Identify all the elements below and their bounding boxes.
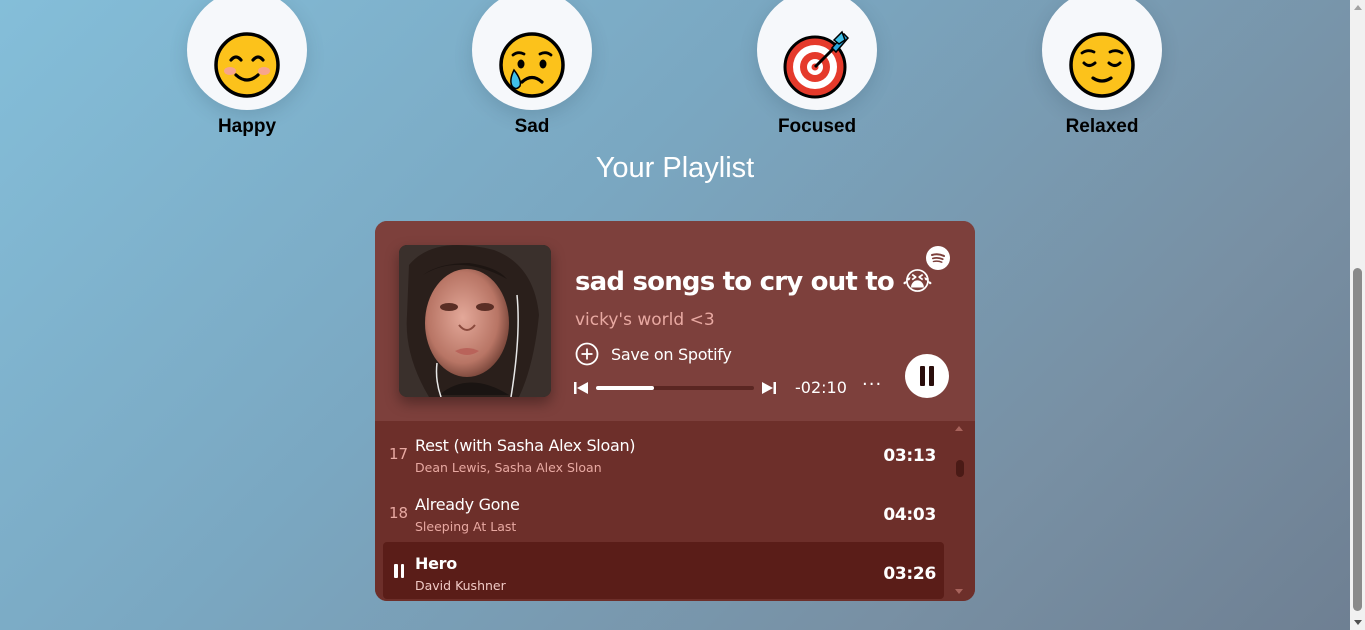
track-number: 18: [388, 504, 409, 522]
scroll-up-arrow-icon[interactable]: [1354, 5, 1362, 10]
add-circle-icon: [575, 342, 599, 366]
playlist-cover-image[interactable]: [399, 245, 551, 397]
track-artist[interactable]: Dean Lewis, Sasha Alex Sloan: [415, 460, 602, 475]
mood-label: Relaxed: [1065, 116, 1139, 137]
page-scrollbar[interactable]: [1350, 0, 1365, 630]
pause-icon: [920, 366, 925, 386]
track-number: 17: [388, 445, 409, 463]
scroll-down-arrow-icon[interactable]: [955, 589, 963, 594]
mood-label: Happy: [217, 116, 277, 137]
mood-sad[interactable]: Sad: [472, 0, 592, 138]
crying-face-icon: [499, 32, 565, 98]
mood-label: Focused: [777, 116, 857, 137]
mood-circle: [187, 0, 307, 110]
playlist-heading: Your Playlist: [595, 152, 755, 184]
mood-happy[interactable]: Happy: [187, 0, 307, 138]
cover-photo: [399, 245, 551, 397]
playlist-owner[interactable]: vicky's world <3: [575, 310, 715, 330]
track-duration: 03:13: [883, 446, 936, 466]
save-label: Save on Spotify: [611, 344, 732, 364]
progress-bar[interactable]: [596, 386, 754, 390]
track-title: Rest (with Sasha Alex Sloan): [415, 436, 636, 455]
skip-previous-icon[interactable]: [573, 380, 589, 396]
target-icon: [783, 30, 850, 99]
track-duration: 03:26: [883, 564, 936, 584]
mood-circle: [472, 0, 592, 110]
scroll-down-arrow-icon[interactable]: [1354, 620, 1362, 625]
smiling-face-icon: [214, 32, 280, 98]
track-list: 17 Rest (with Sasha Alex Sloan) Dean Lew…: [375, 421, 975, 601]
save-on-spotify-button[interactable]: Save on Spotify: [575, 342, 732, 366]
spotify-embed: sad songs to cry out to 😭 vicky's world …: [375, 221, 975, 601]
mood-circle: [1042, 0, 1162, 110]
track-artist[interactable]: David Kushner: [415, 578, 506, 593]
track-title: Hero: [415, 554, 457, 573]
mood-circle: [757, 0, 877, 110]
scroll-up-arrow-icon[interactable]: [955, 426, 963, 431]
player-header: sad songs to cry out to 😭 vicky's world …: [375, 221, 975, 421]
tracklist-scrollbar-thumb[interactable]: [956, 460, 964, 477]
mood-focused[interactable]: Focused: [757, 0, 877, 138]
skip-next-icon[interactable]: [761, 380, 777, 396]
relieved-face-icon: [1069, 32, 1135, 98]
track-row[interactable]: 18 Already Gone Sleeping At Last 04:03: [383, 483, 944, 540]
track-row-playing[interactable]: Hero David Kushner 03:26: [383, 542, 944, 599]
track-row[interactable]: 17 Rest (with Sasha Alex Sloan) Dean Lew…: [383, 424, 944, 481]
track-title: Already Gone: [415, 495, 520, 514]
pause-button[interactable]: [905, 354, 949, 398]
pause-icon: [929, 366, 934, 386]
track-duration: 04:03: [883, 505, 936, 525]
track-artist[interactable]: Sleeping At Last: [415, 519, 516, 534]
more-options-button[interactable]: ···: [862, 374, 882, 395]
mood-label: Sad: [514, 116, 550, 137]
progress-fill: [596, 386, 655, 390]
playlist-title[interactable]: sad songs to cry out to 😭: [575, 267, 933, 297]
page-scrollbar-thumb[interactable]: [1353, 268, 1362, 611]
pause-icon[interactable]: [393, 564, 405, 578]
mood-relaxed[interactable]: Relaxed: [1042, 0, 1162, 138]
time-remaining: -02:10: [795, 378, 847, 397]
